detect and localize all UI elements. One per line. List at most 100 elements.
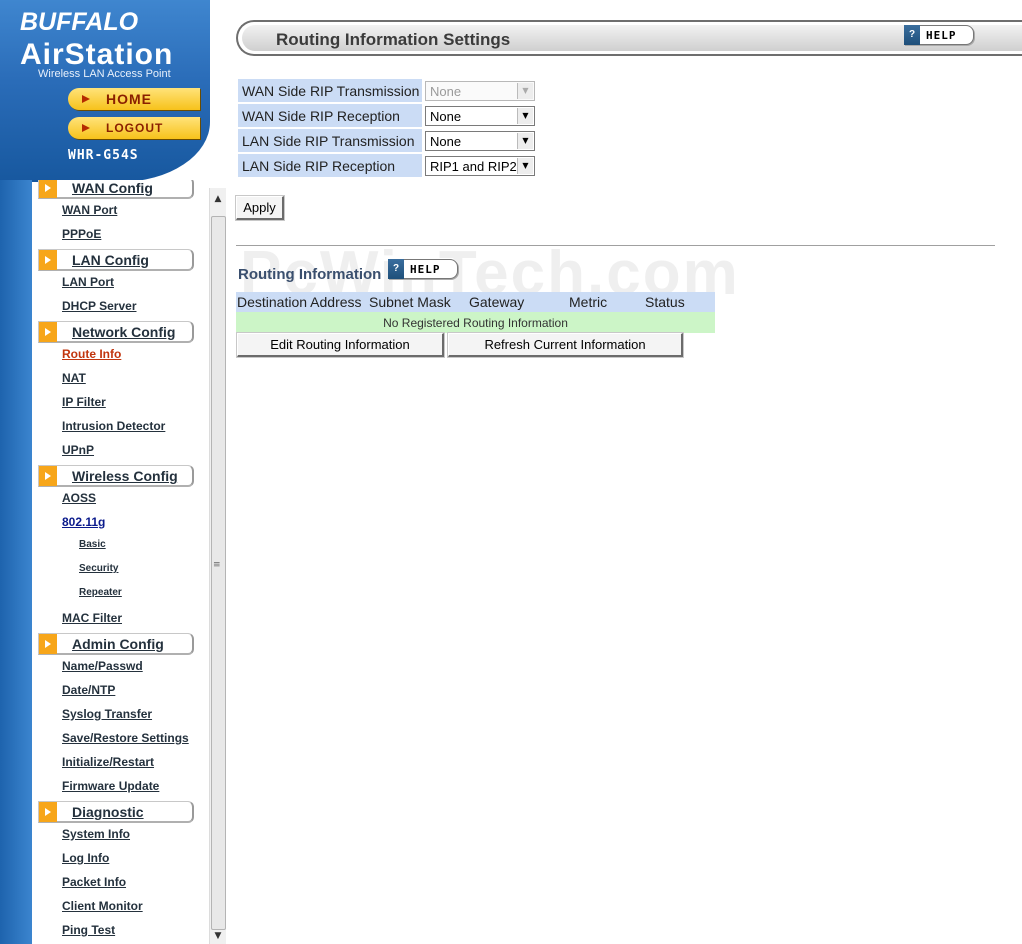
sidebar-item-nat[interactable]: NAT — [62, 371, 86, 385]
product-subtitle: Wireless LAN Access Point — [38, 68, 171, 80]
nav-section-label: WAN Config — [72, 180, 153, 196]
nav-section-label: Network Config — [72, 324, 176, 340]
chevron-down-icon: ▼ — [517, 157, 533, 174]
rip-label: LAN Side RIP Reception — [238, 154, 422, 177]
sidebar-item-route-info[interactable]: Route Info — [62, 347, 121, 361]
orange-arrow-icon — [39, 180, 57, 198]
table-row: No Registered Routing Information — [236, 312, 715, 333]
sidebar-item-802-11g[interactable]: 802.11g — [62, 515, 105, 529]
sidebar-item-aoss[interactable]: AOSS — [62, 491, 96, 505]
sidebar-item-save-restore-settings[interactable]: Save/Restore Settings — [62, 731, 189, 745]
apply-button[interactable]: Apply — [235, 195, 285, 221]
logout-arrow-icon — [82, 124, 90, 132]
help-button[interactable]: ? HELP — [904, 24, 974, 45]
left-frame: BUFFALO AirStation Wireless LAN Access P… — [0, 0, 226, 944]
rip-label: WAN Side RIP Reception — [238, 104, 422, 127]
nav-section-label: Diagnostic — [72, 804, 144, 820]
refresh-information-button[interactable]: Refresh Current Information — [447, 332, 684, 358]
nav-rail — [0, 180, 32, 944]
chevron-down-icon: ▼ — [517, 82, 533, 99]
lan-rip-reception-select[interactable]: RIP1 and RIP2 ▼ — [425, 155, 535, 176]
sidebar-item-syslog-transfer[interactable]: Syslog Transfer — [62, 707, 152, 721]
product-name: AirStation — [20, 38, 174, 71]
orange-arrow-icon — [39, 466, 57, 486]
orange-arrow-icon — [39, 322, 57, 342]
rip-row-lan-rx: LAN Side RIP Reception RIP1 and RIP2 ▼ — [238, 154, 535, 177]
orange-arrow-icon — [39, 802, 57, 822]
question-mark-icon: ? — [388, 258, 404, 279]
rip-row-lan-tx: LAN Side RIP Transmission None ▼ — [238, 129, 535, 152]
sidebar-item-security[interactable]: Security — [79, 563, 118, 574]
routing-section-title: Routing Information — [238, 266, 382, 283]
home-arrow-icon — [82, 95, 90, 103]
sidebar-item-ip-filter[interactable]: IP Filter — [62, 395, 106, 409]
scroll-up-icon[interactable]: ▲ — [210, 191, 226, 207]
home-label: HOME — [106, 91, 152, 107]
model-name: WHR-G54S — [68, 148, 139, 163]
rip-settings-table: WAN Side RIP Transmission None ▼ WAN Side… — [236, 77, 537, 179]
logo-area: BUFFALO AirStation Wireless LAN Access P… — [0, 0, 210, 182]
nav-section-label: LAN Config — [72, 252, 149, 268]
sidebar-item-firmware-update[interactable]: Firmware Update — [62, 779, 159, 793]
home-button[interactable]: HOME — [68, 88, 200, 110]
routing-help-button[interactable]: ? HELP — [388, 258, 458, 279]
routing-table-header: Destination Address Subnet Mask Gateway … — [236, 292, 715, 312]
sidebar-item-date-ntp[interactable]: Date/NTP — [62, 683, 115, 697]
column-gateway: Gateway — [468, 292, 568, 312]
nav-section-lan-config[interactable]: LAN Config — [38, 249, 194, 271]
brand-logo: BUFFALO — [20, 8, 139, 36]
scroll-grip-icon: ≡ — [213, 560, 221, 570]
rip-row-wan-tx: WAN Side RIP Transmission None ▼ — [238, 79, 535, 102]
nav-section-label: Wireless Config — [72, 468, 178, 484]
column-destination: Destination Address — [236, 292, 368, 312]
orange-arrow-icon — [39, 250, 57, 270]
sidebar-item-ping-test[interactable]: Ping Test — [62, 923, 115, 937]
sidebar-item-dhcp-server[interactable]: DHCP Server — [62, 299, 136, 313]
sidebar-item-mac-filter[interactable]: MAC Filter — [62, 611, 122, 625]
empty-message: No Registered Routing Information — [236, 312, 715, 333]
lan-rip-transmission-select[interactable]: None ▼ — [425, 130, 535, 151]
nav-menu: WAN Config WAN Port PPPoE LAN Config LAN Por… — [0, 180, 208, 944]
scroll-down-icon[interactable]: ▼ — [210, 928, 226, 944]
nav-section-label: Admin Config — [72, 636, 164, 652]
orange-arrow-icon — [39, 634, 57, 654]
sidebar-item-repeater[interactable]: Repeater — [79, 587, 122, 598]
chevron-down-icon: ▼ — [517, 107, 533, 124]
scroll-thumb[interactable] — [211, 216, 226, 930]
nav-scrollbar[interactable]: ▲ ≡ ▼ — [209, 188, 226, 944]
sidebar-item-system-info[interactable]: System Info — [62, 827, 130, 841]
rip-label: WAN Side RIP Transmission — [238, 79, 422, 102]
nav-section-diagnostic[interactable]: Diagnostic — [38, 801, 194, 823]
help-label: HELP — [410, 262, 441, 276]
help-label: HELP — [926, 28, 957, 42]
sidebar-item-basic[interactable]: Basic — [79, 539, 106, 550]
sidebar-item-pppoe[interactable]: PPPoE — [62, 227, 101, 241]
rip-row-wan-rx: WAN Side RIP Reception None ▼ — [238, 104, 535, 127]
nav-section-network-config[interactable]: Network Config — [38, 321, 194, 343]
column-metric: Metric — [568, 292, 644, 312]
sidebar-item-client-monitor[interactable]: Client Monitor — [62, 899, 143, 913]
page-title: Routing Information Settings — [276, 30, 511, 49]
rip-label: LAN Side RIP Transmission — [238, 129, 422, 152]
sidebar-item-lan-port[interactable]: LAN Port — [62, 275, 114, 289]
nav-section-wan-config[interactable]: WAN Config — [38, 180, 194, 199]
logout-button[interactable]: LOGOUT — [68, 117, 200, 139]
edit-routing-button[interactable]: Edit Routing Information — [236, 332, 445, 358]
routing-table: Destination Address Subnet Mask Gateway … — [236, 292, 715, 333]
sidebar-item-wan-port[interactable]: WAN Port — [62, 203, 117, 217]
column-status: Status — [644, 292, 715, 312]
wan-rip-reception-select[interactable]: None ▼ — [425, 105, 535, 126]
sidebar-item-log-info[interactable]: Log Info — [62, 851, 109, 865]
sidebar-item-name-passwd[interactable]: Name/Passwd — [62, 659, 143, 673]
sidebar-item-initialize-restart[interactable]: Initialize/Restart — [62, 755, 154, 769]
sidebar-item-upnp[interactable]: UPnP — [62, 443, 94, 457]
chevron-down-icon: ▼ — [517, 132, 533, 149]
wan-rip-transmission-select[interactable]: None ▼ — [425, 80, 535, 101]
nav-section-wireless-config[interactable]: Wireless Config — [38, 465, 194, 487]
column-subnet-mask: Subnet Mask — [368, 292, 468, 312]
sidebar-item-packet-info[interactable]: Packet Info — [62, 875, 126, 889]
logout-label: LOGOUT — [106, 121, 164, 135]
nav-section-admin-config[interactable]: Admin Config — [38, 633, 194, 655]
question-mark-icon: ? — [904, 24, 920, 45]
sidebar-item-intrusion-detector[interactable]: Intrusion Detector — [62, 419, 165, 433]
